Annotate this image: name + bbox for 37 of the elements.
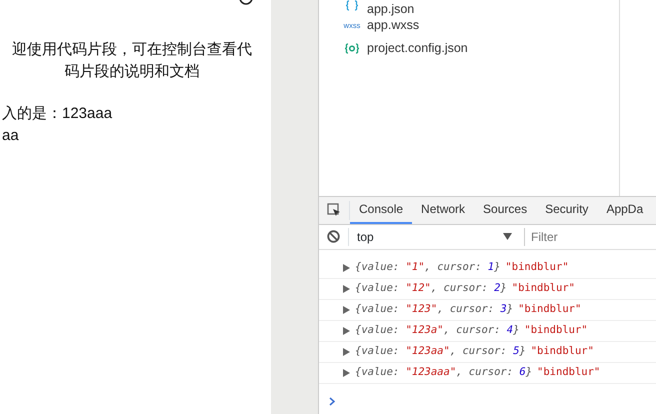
- devtools-tab[interactable]: Console: [350, 197, 412, 224]
- log-message: "bindblur": [530, 344, 594, 360]
- expand-triangle-icon[interactable]: [343, 348, 350, 356]
- devtools-tab[interactable]: Security: [536, 197, 598, 224]
- devtools-tab[interactable]: Sources: [474, 197, 536, 224]
- log-message: "bindblur": [518, 302, 582, 318]
- expand-triangle-icon[interactable]: [343, 285, 350, 293]
- gear-braces-icon: [345, 43, 359, 54]
- file-name[interactable]: app.wxss: [367, 16, 420, 35]
- object-preview: {value: "123a", cursor: 4}: [355, 323, 520, 338]
- expand-triangle-icon[interactable]: [343, 327, 350, 335]
- object-preview: {value: "123aa", cursor: 5}: [355, 344, 526, 360]
- clear-console-icon[interactable]: [327, 230, 340, 244]
- output-text-line: 入的是：123aaa: [2, 104, 112, 124]
- object-preview: {value: "123aaa", cursor: 6}: [355, 365, 532, 380]
- intro-text-line: 迎使用代码片段，可在控制台查看代: [11, 40, 253, 60]
- file-name[interactable]: project.config.json: [367, 39, 468, 58]
- context-select[interactable]: top: [348, 228, 520, 246]
- devtools-tab[interactable]: Network: [412, 197, 474, 224]
- expand-triangle-icon[interactable]: [343, 306, 350, 314]
- intro-text-line: 码片段的说明和文档: [64, 62, 200, 82]
- object-preview: {value: "1", cursor: 1}: [355, 260, 500, 276]
- braces-icon: [346, 0, 358, 11]
- log-message: "bindblur": [512, 281, 575, 296]
- log-message: "bindblur": [524, 323, 588, 338]
- object-preview: {value: "12", cursor: 2}: [355, 281, 507, 296]
- expand-triangle-icon[interactable]: [343, 264, 350, 272]
- dropdown-caret-icon: [503, 233, 512, 240]
- expand-triangle-icon[interactable]: [343, 369, 350, 377]
- log-message: "bindblur": [505, 260, 569, 276]
- inspect-element-icon[interactable]: [327, 203, 341, 218]
- file-name[interactable]: app.json: [367, 0, 414, 19]
- object-preview: {value: "123", cursor: 3}: [355, 302, 514, 318]
- output-text-line: aa: [2, 126, 19, 146]
- log-message: "bindblur": [537, 365, 600, 380]
- prompt-chevron-icon: [329, 397, 335, 406]
- devtools-tab[interactable]: AppDa: [597, 197, 652, 224]
